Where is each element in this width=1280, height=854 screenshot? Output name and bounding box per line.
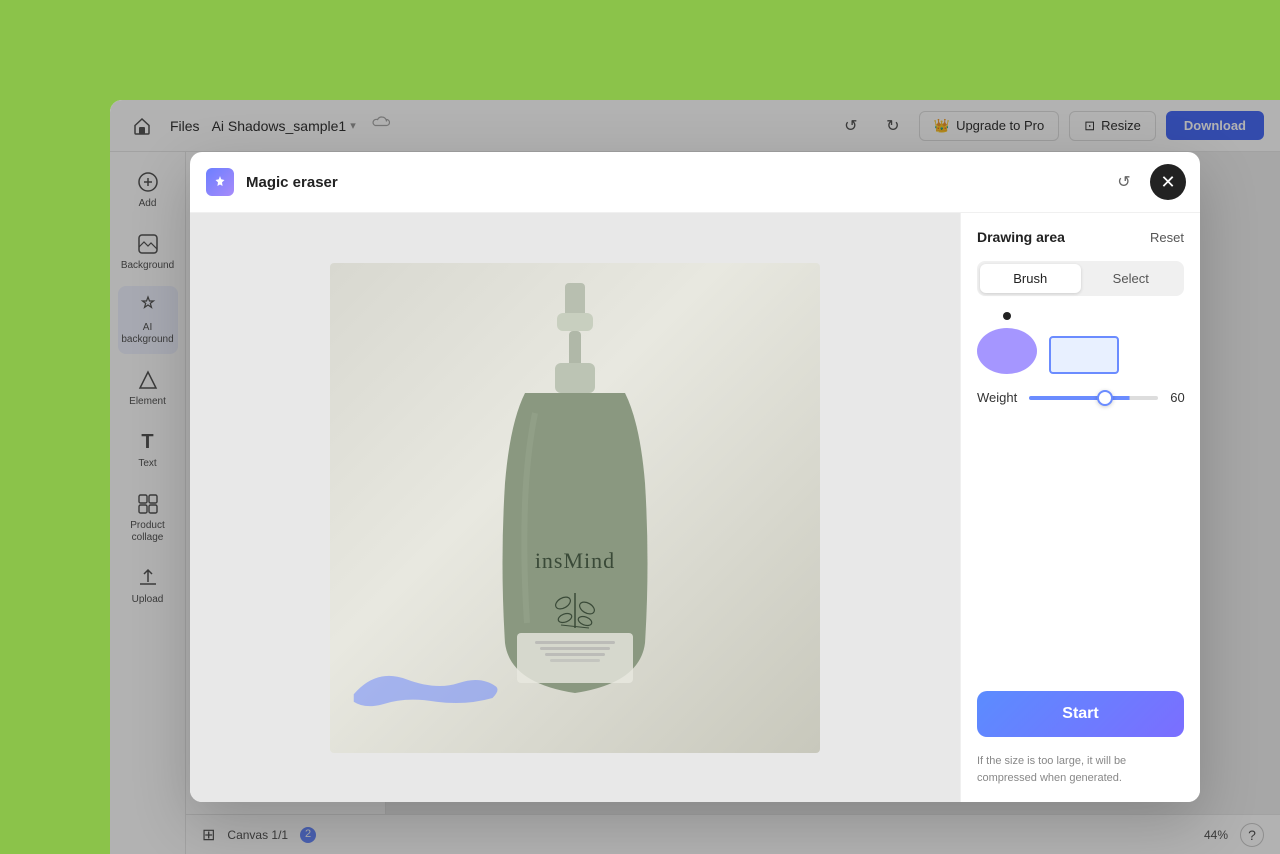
- close-icon: ✕: [1160, 172, 1175, 193]
- modal-body: insMind: [190, 213, 1200, 802]
- info-text: If the size is too large, it will be com…: [977, 753, 1184, 786]
- brush-preview-round: [977, 312, 1037, 374]
- start-button[interactable]: Start: [977, 691, 1184, 737]
- brush-tool-button[interactable]: Brush: [980, 264, 1081, 293]
- svg-text:insMind: insMind: [535, 548, 615, 573]
- tool-toggle: Brush Select: [977, 261, 1184, 296]
- brush-dot: [1003, 312, 1011, 320]
- select-shape-preview: [1049, 336, 1119, 374]
- weight-slider[interactable]: [1029, 396, 1158, 400]
- brush-preview-select: [1049, 336, 1119, 374]
- brush-previews: [977, 312, 1184, 374]
- drawing-area-title: Drawing area: [977, 229, 1065, 245]
- modal-title: Magic eraser: [246, 174, 338, 191]
- weight-row: Weight 60: [977, 390, 1184, 405]
- brush-stroke: [330, 653, 520, 713]
- product-image: insMind: [330, 263, 820, 753]
- modal-canvas[interactable]: insMind: [190, 213, 960, 802]
- brush-shape-round: [977, 328, 1037, 374]
- magic-eraser-tool-icon: [206, 168, 234, 196]
- product-image-container: insMind: [330, 263, 820, 753]
- modal-topbar: Magic eraser ↺ ↻ ✕: [190, 152, 1200, 213]
- bottle-illustration: insMind: [445, 283, 705, 713]
- select-tool-button[interactable]: Select: [1081, 264, 1182, 293]
- modal-overlay: Magic eraser ↺ ↻ ✕: [110, 100, 1280, 854]
- weight-value: 60: [1170, 390, 1184, 405]
- drawing-area-header: Drawing area Reset: [977, 229, 1184, 245]
- magic-eraser-modal: Magic eraser ↺ ↻ ✕: [190, 152, 1200, 802]
- modal-undo-button[interactable]: ↺: [1108, 166, 1140, 198]
- modal-close-button[interactable]: ✕: [1150, 164, 1186, 200]
- reset-button[interactable]: Reset: [1150, 230, 1184, 245]
- weight-label: Weight: [977, 390, 1017, 405]
- app-window: Files Ai Shadows_sample1 ▾ ↺ ↻ 👑 Upgrade…: [110, 100, 1280, 854]
- modal-right-panel: Drawing area Reset Brush Select: [960, 213, 1200, 802]
